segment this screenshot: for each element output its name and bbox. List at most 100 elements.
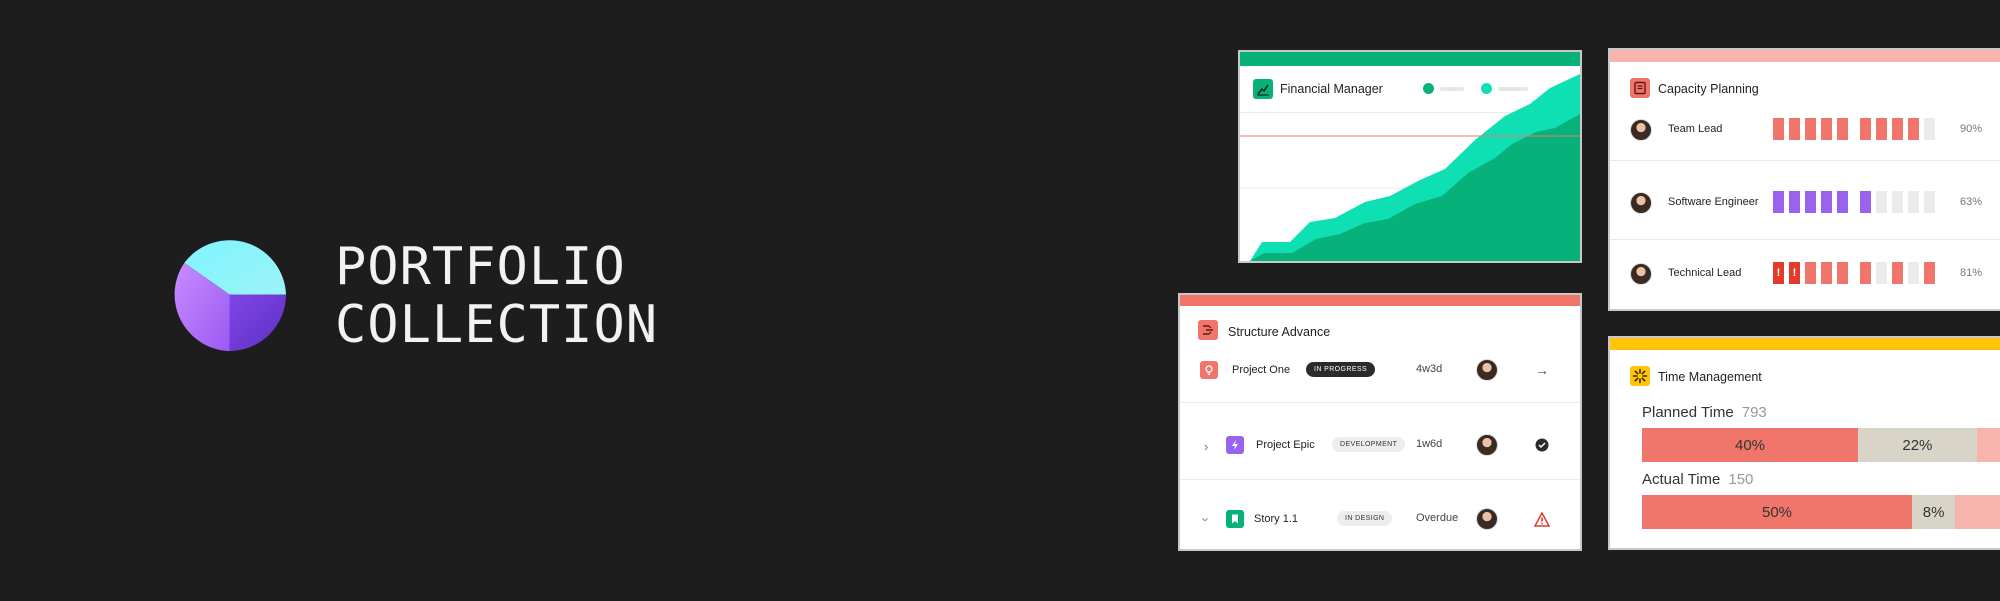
capacity-bar xyxy=(1892,262,1903,284)
brand-title-line2: COLLECTION xyxy=(335,295,659,355)
capacity-role: Software Engineer xyxy=(1668,196,1759,208)
avatar xyxy=(1630,263,1652,285)
portfolio-logo xyxy=(174,240,286,351)
capacity-bar xyxy=(1924,191,1935,213)
capacity-bar xyxy=(1892,191,1903,213)
divider xyxy=(1610,160,2000,161)
capacity-bar xyxy=(1924,262,1935,284)
check-circle-icon[interactable] xyxy=(1532,435,1552,455)
divider xyxy=(1180,479,1580,480)
structure-item-name[interactable]: Story 1.1 xyxy=(1254,513,1298,525)
capacity-bar xyxy=(1908,191,1919,213)
status-badge: IN PROGRESS xyxy=(1306,362,1376,377)
capacity-bars: !! xyxy=(1773,262,1940,286)
structure-row[interactable]: › Story 1.1 IN DESIGN Overdue xyxy=(1180,507,1580,537)
avatar xyxy=(1630,192,1652,214)
chevron-right-icon[interactable]: › xyxy=(1204,439,1208,454)
capacity-title: Capacity Planning xyxy=(1658,82,1759,96)
capacity-bars xyxy=(1773,118,1940,142)
planned-time-label-text: Planned Time xyxy=(1642,404,1734,421)
avatar xyxy=(1630,119,1652,141)
structure-advance-card: Structure Advance Project One IN PROGRESS… xyxy=(1178,293,1582,551)
capacity-bar xyxy=(1789,191,1800,213)
actual-time-label: Actual Time 150 xyxy=(1642,471,1753,488)
time-segment: 42% xyxy=(1955,495,2000,529)
time-segment: 8% xyxy=(1912,495,1956,529)
lightning-icon xyxy=(1226,436,1244,454)
card-header-strip xyxy=(1610,338,2000,350)
bookmark-icon xyxy=(1226,510,1244,528)
status-badge: DEVELOPMENT xyxy=(1332,437,1406,452)
capacity-bar xyxy=(1821,118,1832,140)
capacity-bar xyxy=(1892,118,1903,140)
capacity-bar xyxy=(1876,262,1887,284)
brand-title-line1: PORTFOLIO xyxy=(335,237,626,297)
financial-area-chart xyxy=(1240,74,1580,261)
capacity-role: Team Lead xyxy=(1668,123,1723,135)
avatar xyxy=(1476,508,1498,530)
capacity-bar-alert: ! xyxy=(1773,262,1784,284)
capacity-bar xyxy=(1876,118,1887,140)
divider xyxy=(1180,402,1580,403)
estimate: 4w3d xyxy=(1416,363,1443,375)
capacity-bar xyxy=(1860,262,1871,284)
capacity-bar xyxy=(1789,118,1800,140)
estimate: 1w6d xyxy=(1416,438,1443,450)
actual-time-bar: 50%8%42% xyxy=(1642,495,2000,529)
capacity-bar xyxy=(1837,191,1848,213)
avatar xyxy=(1476,359,1498,381)
time-segment: 40% xyxy=(1642,428,1858,462)
structure-row[interactable]: Project One IN PROGRESS 4w3d → xyxy=(1180,358,1580,388)
capacity-bar xyxy=(1837,118,1848,140)
card-header-strip xyxy=(1180,295,1580,306)
divider xyxy=(1610,239,2000,240)
capacity-bar xyxy=(1924,118,1935,140)
capacity-planning-card: Capacity Planning Team Lead 90% Software E… xyxy=(1608,48,2000,311)
capacity-percent: 90% xyxy=(1960,123,1983,135)
capacity-row: Technical Lead!! 81% xyxy=(1610,262,2000,286)
time-segment: 50% xyxy=(1642,495,1912,529)
capacity-bar xyxy=(1821,262,1832,284)
capacity-bar xyxy=(1908,118,1919,140)
capacity-bar xyxy=(1805,118,1816,140)
capacity-bar xyxy=(1860,118,1871,140)
actual-time-label-text: Actual Time xyxy=(1642,471,1721,488)
planned-time-label: Planned Time 793 xyxy=(1642,404,1767,421)
arrow-right-icon[interactable]: → xyxy=(1532,360,1552,380)
capacity-bar xyxy=(1821,191,1832,213)
time-management-card: Time Management Planned Time793 40%22%22… xyxy=(1608,336,2000,550)
capacity-percent: 81% xyxy=(1960,267,1983,279)
capacity-bar xyxy=(1805,262,1816,284)
time-segment: 22% xyxy=(1858,428,1977,462)
capacity-bar xyxy=(1773,191,1784,213)
planned-time-bar: 40%22%22% xyxy=(1642,428,2000,462)
sparkle-icon xyxy=(1630,366,1650,386)
capacity-bars xyxy=(1773,191,1940,215)
structure-item-name[interactable]: Project One xyxy=(1232,364,1290,376)
warning-icon[interactable] xyxy=(1532,509,1552,529)
estimate: Overdue xyxy=(1416,512,1459,524)
lightbulb-icon xyxy=(1200,361,1218,379)
structure-item-name[interactable]: Project Epic xyxy=(1256,439,1315,451)
card-header-strip xyxy=(1610,50,2000,62)
structure-row[interactable]: › Project Epic DEVELOPMENT 1w6d xyxy=(1180,433,1580,463)
capacity-row: Software Engineer 63% xyxy=(1610,191,2000,215)
capacity-bar xyxy=(1860,191,1871,213)
chevron-down-icon[interactable]: › xyxy=(1199,517,1214,521)
structure-title: Structure Advance xyxy=(1228,325,1331,339)
financial-manager-card: Financial Manager xyxy=(1238,50,1582,263)
time-segment: 22% xyxy=(1976,428,2000,462)
capacity-bar xyxy=(1908,262,1919,284)
capacity-row: Team Lead 90% xyxy=(1610,118,2000,142)
actual-time-value: 150 xyxy=(1728,471,1754,488)
capacity-bar xyxy=(1837,262,1848,284)
capacity-percent: 63% xyxy=(1960,196,1983,208)
capacity-role: Technical Lead xyxy=(1668,267,1742,279)
planned-time-value: 793 xyxy=(1741,404,1767,421)
brand-title: PORTFOLIO COLLECTION xyxy=(335,238,658,354)
capacity-bar xyxy=(1805,191,1816,213)
capacity-bar xyxy=(1876,191,1887,213)
capacity-bar xyxy=(1773,118,1784,140)
time-title: Time Management xyxy=(1658,370,1762,384)
capacity-bar-alert: ! xyxy=(1789,262,1800,284)
